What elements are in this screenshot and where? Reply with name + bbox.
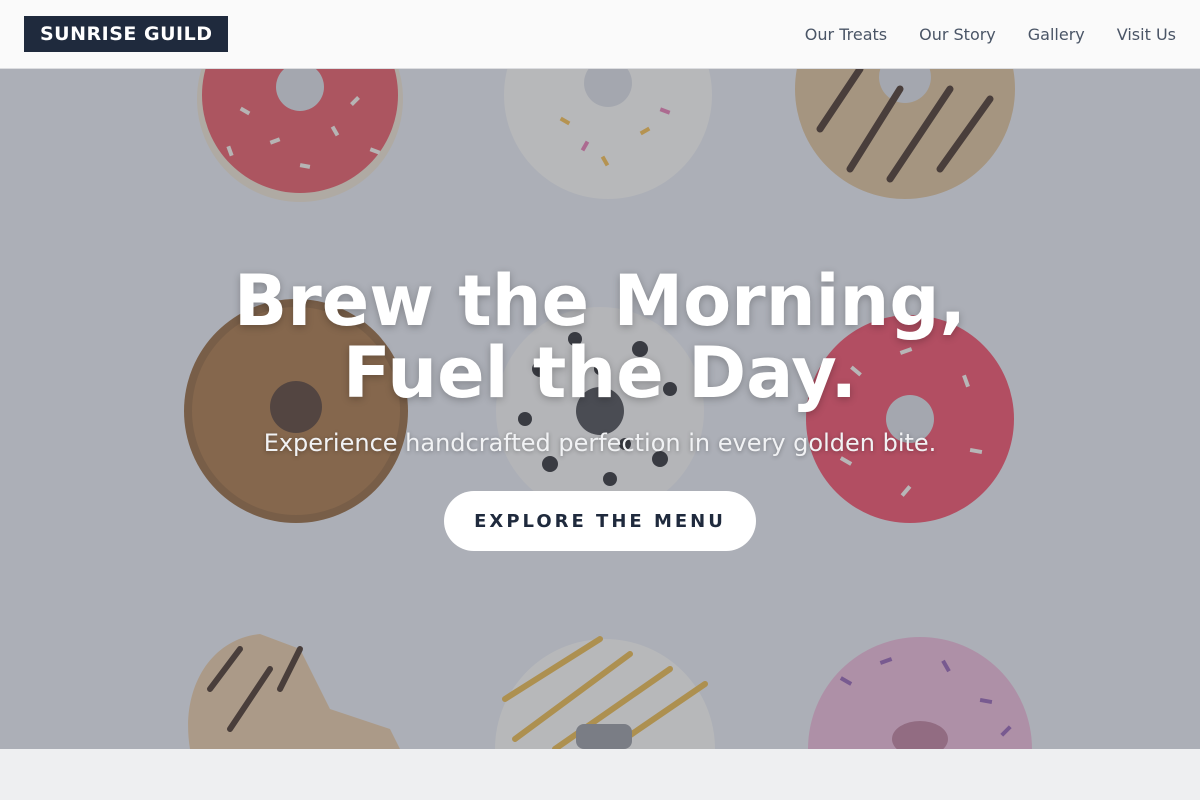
hero-headline: Brew the Morning, Fuel the Day. bbox=[234, 265, 966, 409]
hero-section: Brew the Morning, Fuel the Day. Experien… bbox=[0, 69, 1200, 749]
hero-headline-line-2: Fuel the Day. bbox=[342, 332, 858, 414]
nav-link-visit-us[interactable]: Visit Us bbox=[1117, 25, 1176, 44]
explore-menu-button[interactable]: EXPLORE THE MENU bbox=[444, 491, 756, 551]
hero-subtitle: Experience handcrafted perfection in eve… bbox=[263, 429, 937, 457]
nav-link-our-story[interactable]: Our Story bbox=[919, 25, 996, 44]
nav-link-our-treats[interactable]: Our Treats bbox=[805, 25, 887, 44]
hero-headline-line-1: Brew the Morning, bbox=[233, 260, 967, 342]
below-fold-section bbox=[0, 749, 1200, 800]
site-header: SUNRISE GUILD Our Treats Our Story Galle… bbox=[0, 0, 1200, 69]
brand-logo[interactable]: SUNRISE GUILD bbox=[24, 16, 229, 52]
nav-link-gallery[interactable]: Gallery bbox=[1028, 25, 1085, 44]
main-nav: Our Treats Our Story Gallery Visit Us bbox=[805, 25, 1176, 44]
hero-content: Brew the Morning, Fuel the Day. Experien… bbox=[0, 69, 1200, 749]
